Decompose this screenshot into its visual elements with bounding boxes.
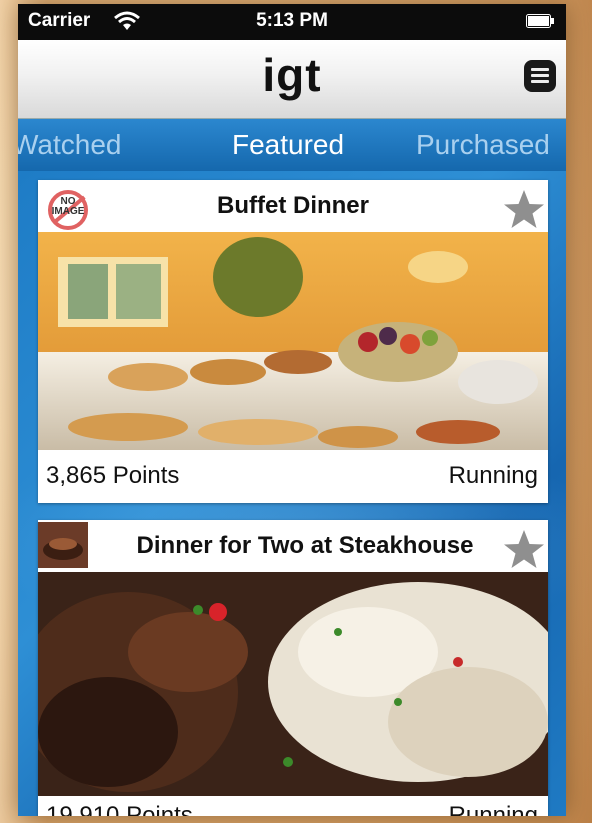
offer-title: Buffet Dinner bbox=[217, 192, 369, 219]
steak-photo bbox=[38, 572, 548, 796]
menu-icon-line bbox=[531, 80, 549, 83]
tab-purchased[interactable]: Purchased bbox=[416, 129, 550, 161]
tab-bar: Watched Featured Purchased bbox=[18, 119, 566, 171]
offer-status: Running bbox=[448, 802, 538, 816]
menu-button[interactable] bbox=[524, 60, 556, 92]
offer-points: 3,865 Points bbox=[46, 462, 180, 489]
offer-status: Running bbox=[448, 462, 538, 489]
buffet-photo bbox=[38, 232, 548, 450]
offer-points: 19,910 Points bbox=[46, 802, 193, 816]
star-icon[interactable] bbox=[502, 528, 546, 572]
status-bar: Carrier 5:13 PM bbox=[18, 4, 566, 40]
phone-screen: Carrier 5:13 PM igt Watched Featured Pur… bbox=[18, 4, 566, 816]
menu-icon-line bbox=[531, 68, 549, 71]
tab-featured[interactable]: Featured bbox=[232, 129, 344, 161]
battery-icon bbox=[526, 14, 554, 28]
offer-card-buffet[interactable]: NO IMAGE Buffet Dinner 3,865 Points Runn… bbox=[38, 180, 548, 503]
tab-watched[interactable]: Watched bbox=[18, 129, 121, 161]
star-icon[interactable] bbox=[502, 188, 546, 232]
nav-bar: igt bbox=[18, 40, 566, 119]
menu-icon-line bbox=[531, 74, 549, 77]
app-logo: igt bbox=[262, 49, 322, 101]
clock: 5:13 PM bbox=[256, 10, 328, 31]
offer-title: Dinner for Two at Steakhouse bbox=[136, 532, 474, 559]
offer-card-steakhouse[interactable]: Dinner for Two at Steakhouse 19,910 Poin… bbox=[38, 520, 548, 816]
